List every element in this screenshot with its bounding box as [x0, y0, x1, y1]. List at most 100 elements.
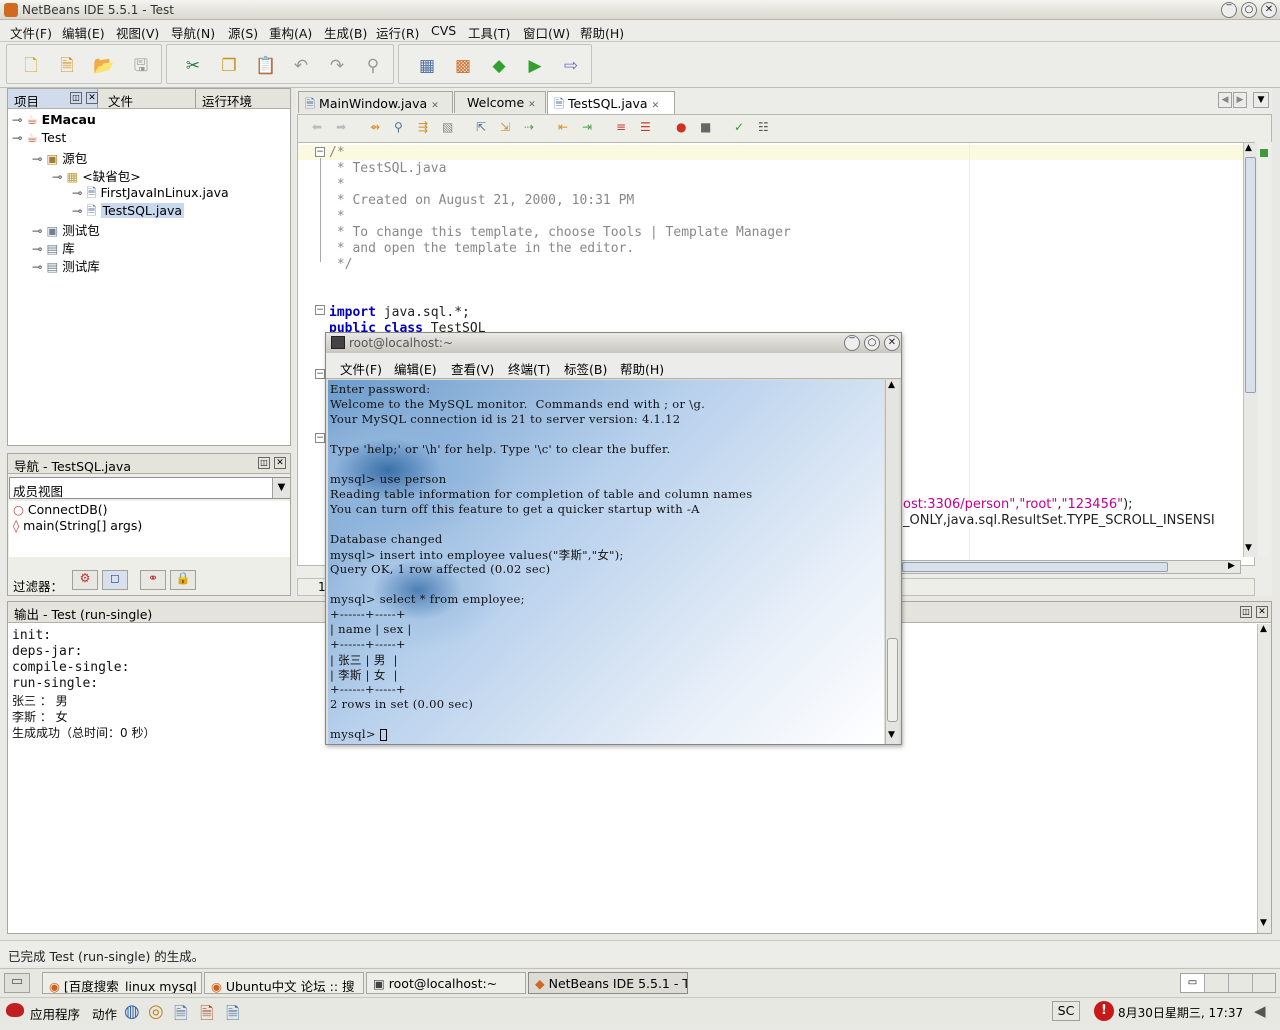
actions-menu[interactable]: 动作 [92, 1004, 117, 1023]
redo-icon[interactable]: ↷ [327, 55, 347, 77]
scroll-up-icon[interactable]: ▲ [1245, 143, 1252, 153]
expand-icon[interactable]: ⊸ [32, 259, 42, 274]
editor-tab-mainwindow[interactable]: 🗎 MainWindow.java ✕ [298, 91, 453, 113]
close-tab-icon[interactable]: ✕ [652, 101, 660, 111]
scrollbar-thumb[interactable] [887, 638, 898, 722]
terminal-menu-file[interactable]: 文件(F) [340, 359, 382, 378]
debug-icon[interactable]: ▶ [525, 55, 545, 77]
tree-node-source-packages[interactable]: ⊸ ▣ 源包 [32, 148, 87, 167]
browser-launcher-icon[interactable]: ◍ [124, 1001, 140, 1022]
navigator-view-select[interactable]: 成员视图 ▼ [9, 477, 290, 499]
member-item[interactable]: ○ ConnectDB() [13, 502, 108, 517]
maximize-button[interactable]: ○ [1241, 2, 1257, 18]
stop-macro-icon[interactable]: ■ [700, 120, 711, 134]
find-next-icon[interactable]: ⇶ [418, 120, 428, 134]
prev-bookmark-icon[interactable]: ⇱ [476, 120, 486, 134]
menu-help[interactable]: 帮助(H) [580, 23, 624, 42]
menu-source[interactable]: 源(S) [228, 23, 258, 42]
menu-window[interactable]: 窗口(W) [523, 23, 570, 42]
scroll-down-icon[interactable]: ▼ [1245, 543, 1252, 553]
cut-icon[interactable]: ✂ [183, 55, 203, 77]
shift-left-icon[interactable]: ⇤ [558, 120, 568, 134]
build-icon[interactable]: ▦ [417, 55, 437, 77]
show-desktop-icon[interactable]: ▭ [4, 973, 30, 993]
fold-toggle-icon[interactable]: − [315, 433, 325, 443]
tree-node-default-package[interactable]: ⊸ ▦ <缺省包> [52, 166, 141, 185]
mail-launcher-icon[interactable]: ◎ [148, 1001, 164, 1022]
terminal-menu-edit[interactable]: 编辑(E) [394, 359, 437, 378]
collapse-icon[interactable]: ⊸ [32, 151, 42, 166]
task-ubuntu-forum[interactable]: ◉ Ubuntu中文 论坛 :: 搜 [204, 972, 364, 994]
collapse-icon[interactable]: ⊸ [12, 130, 22, 145]
tree-node-test-packages[interactable]: ⊸ ▣ 测试包 [32, 220, 100, 239]
scroll-tabs-right-icon[interactable]: ▶ [1233, 92, 1247, 108]
menu-edit[interactable]: 编辑(E) [62, 23, 105, 42]
find-icon[interactable]: ⚲ [363, 55, 383, 77]
writer-launcher-icon[interactable]: 🗎 [174, 1001, 188, 1030]
menu-build[interactable]: 生成(B) [324, 23, 367, 42]
terminal-menu-tabs[interactable]: 标签(B) [564, 359, 607, 378]
uncomment-icon[interactable]: ☰ [640, 120, 651, 134]
minimize-button[interactable]: ‾ [1221, 2, 1237, 18]
tab-list-icon[interactable]: ▼ [1253, 92, 1269, 108]
expand-icon[interactable]: ⊸ [32, 223, 42, 238]
fold-toggle-icon[interactable]: − [315, 305, 325, 315]
redhat-logo-icon[interactable] [6, 1003, 24, 1017]
workspace-3[interactable] [1229, 974, 1253, 992]
toggle-highlight-icon[interactable]: ▧ [442, 120, 453, 134]
expand-icon[interactable]: ⊸ [72, 203, 82, 218]
scrollbar-thumb[interactable] [1245, 157, 1256, 393]
maximize-button[interactable]: ○ [864, 335, 880, 351]
update-alert-icon[interactable]: ! [1094, 1001, 1114, 1021]
undo-icon[interactable]: ↶ [291, 55, 311, 77]
editor-vertical-scrollbar[interactable]: ▲ ▼ [1243, 143, 1257, 557]
applications-menu[interactable]: 应用程序 [30, 1004, 80, 1023]
comment-icon[interactable]: ≡ [616, 120, 626, 134]
new-project-icon[interactable]: 🗎 [57, 55, 77, 77]
tree-node-libraries[interactable]: ⊸ ▤ 库 [32, 238, 75, 257]
close-button[interactable]: ✕ [1261, 2, 1277, 18]
minimize-panel-icon[interactable]: ◫ [1240, 606, 1252, 618]
workspace-4[interactable] [1253, 974, 1275, 992]
record-macro-icon[interactable]: ● [676, 120, 686, 134]
chevron-down-icon[interactable]: ▼ [272, 478, 290, 498]
indent-icon[interactable]: ☷ [758, 120, 769, 134]
member-item[interactable]: ◊ main(String[] args) [13, 518, 142, 533]
close-tab-icon[interactable]: ✕ [528, 100, 536, 110]
scroll-down-icon[interactable]: ▼ [888, 730, 895, 740]
close-panel-icon[interactable]: ✕ [86, 92, 98, 104]
terminal-scrollbar[interactable]: ▲ ▼ [885, 380, 899, 744]
clock[interactable]: 8月30日星期三, 17:37 [1118, 1004, 1243, 1021]
copy-icon[interactable]: ❐ [219, 55, 239, 77]
fold-toggle-icon[interactable]: − [315, 369, 325, 379]
task-baidu[interactable]: ◉ [百度搜索_linux mysql [42, 972, 202, 994]
tab-runtime[interactable]: 运行环境 [196, 89, 258, 109]
expand-icon[interactable]: ⊸ [72, 185, 82, 200]
close-button[interactable]: ✕ [884, 335, 900, 351]
menu-view[interactable]: 视图(V) [116, 23, 159, 42]
clean-build-icon[interactable]: ▩ [453, 55, 473, 77]
volume-icon[interactable]: ◀ [1254, 1002, 1266, 1020]
menu-file[interactable]: 文件(F) [10, 23, 52, 42]
menu-cvs[interactable]: CVS [431, 23, 456, 38]
workspace-1[interactable]: ▭ [1181, 974, 1205, 992]
tree-node-test[interactable]: ⊸ ☕ Test [12, 130, 66, 145]
find-selection-icon[interactable]: ⇴ [370, 120, 380, 134]
minimize-panel-icon[interactable]: ◫ [70, 92, 82, 104]
fold-toggle-icon[interactable]: − [315, 147, 325, 157]
task-terminal[interactable]: ▣ root@localhost:~ [366, 972, 526, 994]
toggle-bookmark-icon[interactable]: ⇢ [524, 120, 534, 134]
new-file-icon[interactable]: 🗋 [21, 55, 41, 77]
run-icon[interactable]: ◆ [489, 55, 509, 77]
terminal-screen[interactable]: Enter password: Welcome to the MySQL mon… [328, 380, 884, 744]
filter-fields-icon[interactable]: ⚙ [72, 570, 98, 590]
impress-launcher-icon[interactable]: 🗎 [200, 1001, 214, 1030]
collapse-icon[interactable]: ⊸ [52, 169, 62, 184]
close-panel-icon[interactable]: ✕ [1256, 606, 1268, 618]
tab-projects[interactable]: 项目 [8, 89, 98, 109]
workspace-2[interactable] [1205, 974, 1229, 992]
workspace-switcher[interactable]: ▭ [1180, 973, 1276, 993]
menu-tools[interactable]: 工具(T) [468, 23, 510, 42]
calc-launcher-icon[interactable]: 🗎 [226, 1001, 240, 1030]
find-previous-icon[interactable]: ⚲ [394, 120, 403, 134]
